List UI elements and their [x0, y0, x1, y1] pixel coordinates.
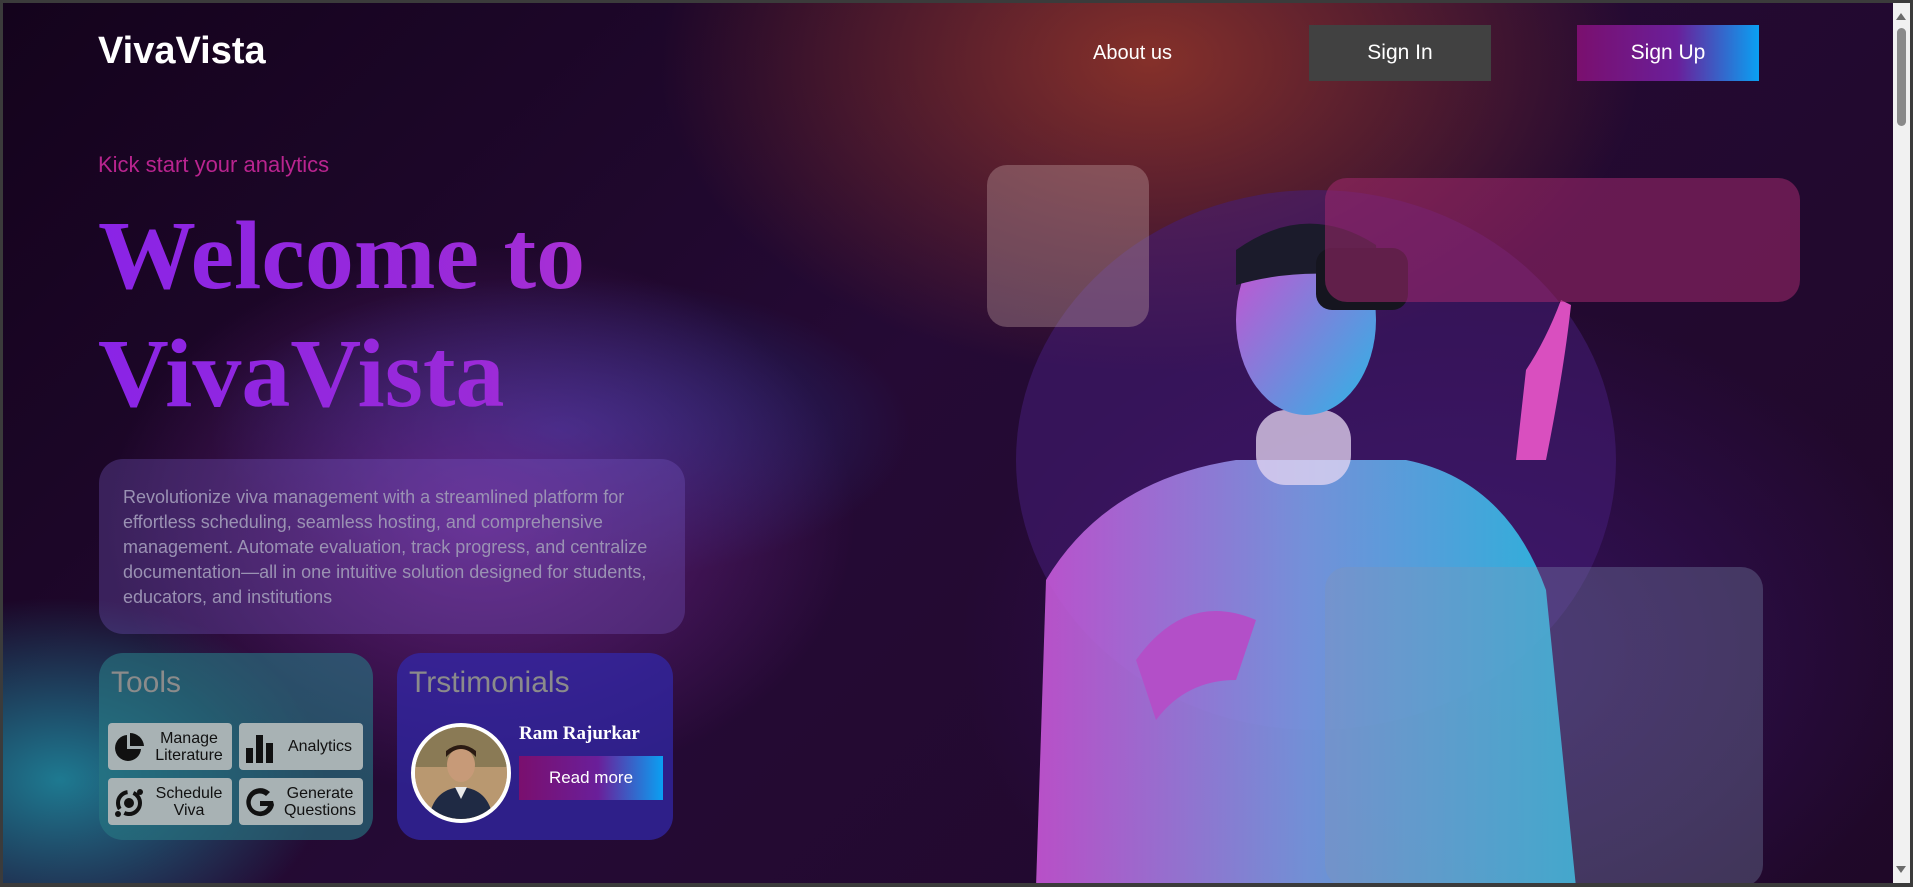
- testimonials-card: Trstimonials Ram Rajurkar Read more: [397, 653, 673, 840]
- page-scrollbar[interactable]: [1893, 3, 1910, 883]
- schedule-icon: [115, 789, 143, 817]
- tools-title: Tools: [111, 666, 182, 699]
- sign-in-button[interactable]: Sign In: [1309, 25, 1491, 81]
- tool-schedule-viva-button[interactable]: Schedule Viva: [108, 778, 232, 825]
- tool-manage-literature-button[interactable]: Manage Literature: [108, 723, 232, 770]
- tool-label: Manage Literature: [155, 729, 223, 764]
- pie-chart-icon: [115, 732, 144, 761]
- scroll-up-arrow-icon[interactable]: [1896, 13, 1906, 20]
- hero-title-line-2: VivaVista: [98, 320, 505, 428]
- sign-up-button[interactable]: Sign Up: [1577, 25, 1759, 81]
- scroll-down-arrow-icon[interactable]: [1896, 866, 1906, 873]
- brand-logo[interactable]: VivaVista: [98, 30, 266, 73]
- hero-title: Welcome to VivaVista: [98, 197, 738, 433]
- hero-tagline: Kick start your analytics: [98, 152, 330, 177]
- read-more-button[interactable]: Read more: [519, 756, 663, 800]
- hero-title-line-1: Welcome to: [98, 202, 586, 310]
- bar-chart-icon: [246, 735, 273, 763]
- glass-panel: [1325, 567, 1763, 887]
- tool-generate-questions-button[interactable]: Generate Questions: [239, 778, 363, 825]
- avatar: [411, 723, 511, 823]
- testimonial-author: Ram Rajurkar: [519, 723, 640, 744]
- scrollbar-thumb[interactable]: [1897, 28, 1906, 126]
- description-card: Revolutionize viva management with a str…: [99, 459, 685, 634]
- tool-label: Schedule Viva: [155, 784, 223, 819]
- google-icon: [246, 788, 274, 817]
- tool-analytics-button[interactable]: Analytics: [239, 723, 363, 770]
- tool-label: Generate Questions: [283, 784, 357, 819]
- tools-card: Tools Manage Literature Analytics Schedu…: [99, 653, 373, 840]
- hero-description: Revolutionize viva management with a str…: [123, 487, 648, 607]
- testimonials-title: Trstimonials: [409, 666, 570, 699]
- glass-panel: [1325, 178, 1800, 302]
- tool-label: Analytics: [287, 738, 353, 755]
- glass-panel: [987, 165, 1149, 327]
- nav-about-link[interactable]: About us: [1060, 25, 1205, 81]
